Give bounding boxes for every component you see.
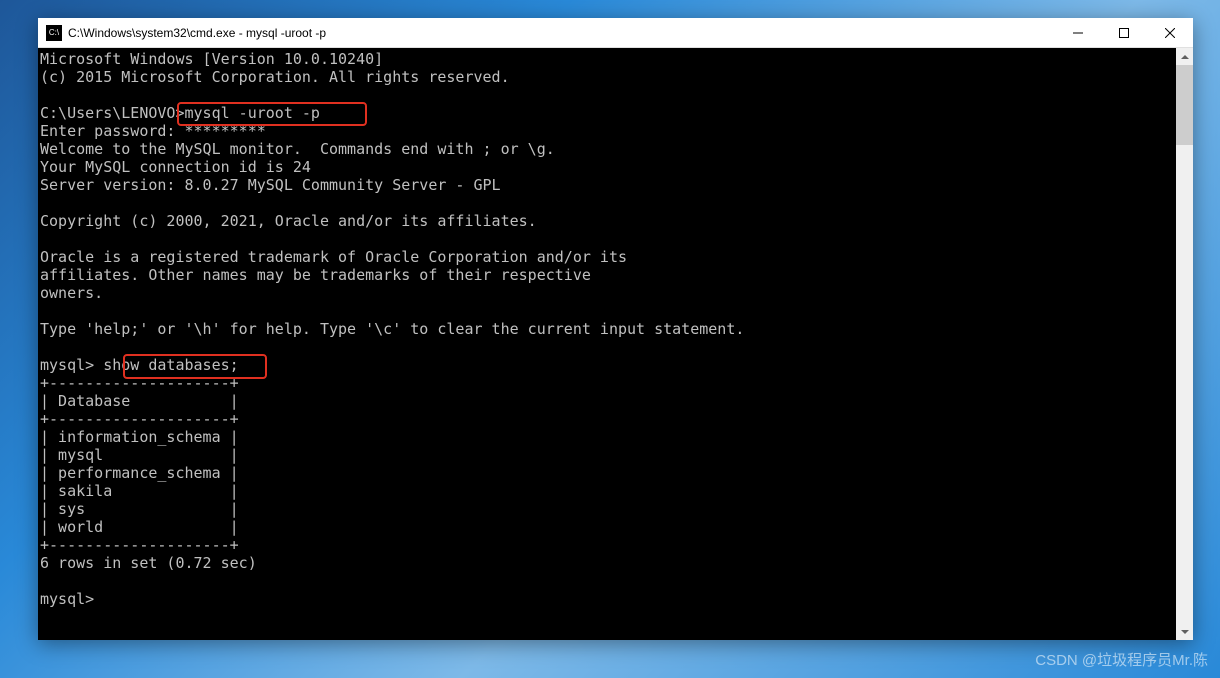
terminal-line: Copyright (c) 2000, 2021, Oracle and/or …	[40, 212, 537, 230]
watermark: CSDN @垃圾程序员Mr.陈	[1035, 649, 1208, 670]
terminal-line: +--------------------+	[40, 536, 239, 554]
maximize-icon	[1119, 28, 1129, 38]
terminal-line: | mysql |	[40, 446, 239, 464]
chevron-up-icon	[1181, 55, 1189, 59]
minimize-icon	[1073, 28, 1083, 38]
terminal-line: Type 'help;' or '\h' for help. Type '\c'…	[40, 320, 744, 338]
terminal-line: +--------------------+	[40, 410, 239, 428]
terminal-content: Microsoft Windows [Version 10.0.10240] (…	[40, 50, 1193, 640]
terminal-line: C:\Users\LENOVO>mysql -uroot -p	[40, 104, 320, 122]
terminal-line: | sys |	[40, 500, 239, 518]
terminal[interactable]: Microsoft Windows [Version 10.0.10240] (…	[38, 48, 1193, 640]
maximize-button[interactable]	[1101, 18, 1147, 48]
terminal-line: | information_schema |	[40, 428, 239, 446]
window-controls	[1055, 18, 1193, 48]
terminal-line: | sakila |	[40, 482, 239, 500]
scroll-up-button[interactable]	[1176, 48, 1193, 65]
terminal-line: mysql>	[40, 590, 94, 608]
terminal-line: Oracle is a registered trademark of Orac…	[40, 248, 627, 266]
terminal-line: owners.	[40, 284, 103, 302]
chevron-down-icon	[1181, 630, 1189, 634]
cmd-window: C:\ C:\Windows\system32\cmd.exe - mysql …	[38, 18, 1193, 640]
scroll-thumb[interactable]	[1176, 65, 1193, 145]
close-icon	[1165, 28, 1175, 38]
terminal-line: mysql> show databases;	[40, 356, 239, 374]
cmd-icon-label: C:\	[49, 28, 59, 37]
titlebar[interactable]: C:\ C:\Windows\system32\cmd.exe - mysql …	[38, 18, 1193, 48]
minimize-button[interactable]	[1055, 18, 1101, 48]
terminal-line: | world |	[40, 518, 239, 536]
window-title: C:\Windows\system32\cmd.exe - mysql -uro…	[68, 26, 326, 40]
terminal-line: Your MySQL connection id is 24	[40, 158, 311, 176]
terminal-line: affiliates. Other names may be trademark…	[40, 266, 591, 284]
terminal-line: | performance_schema |	[40, 464, 239, 482]
terminal-line: Enter password: *********	[40, 122, 266, 140]
close-button[interactable]	[1147, 18, 1193, 48]
terminal-scrollbar[interactable]	[1176, 48, 1193, 640]
scroll-track[interactable]	[1176, 145, 1193, 623]
terminal-line: | Database |	[40, 392, 239, 410]
terminal-line: Server version: 8.0.27 MySQL Community S…	[40, 176, 501, 194]
scroll-down-button[interactable]	[1176, 623, 1193, 640]
terminal-line: (c) 2015 Microsoft Corporation. All righ…	[40, 68, 510, 86]
terminal-line: 6 rows in set (0.72 sec)	[40, 554, 257, 572]
cmd-icon: C:\	[46, 25, 62, 41]
terminal-line: Welcome to the MySQL monitor. Commands e…	[40, 140, 555, 158]
terminal-line: Microsoft Windows [Version 10.0.10240]	[40, 50, 383, 68]
terminal-line: +--------------------+	[40, 374, 239, 392]
